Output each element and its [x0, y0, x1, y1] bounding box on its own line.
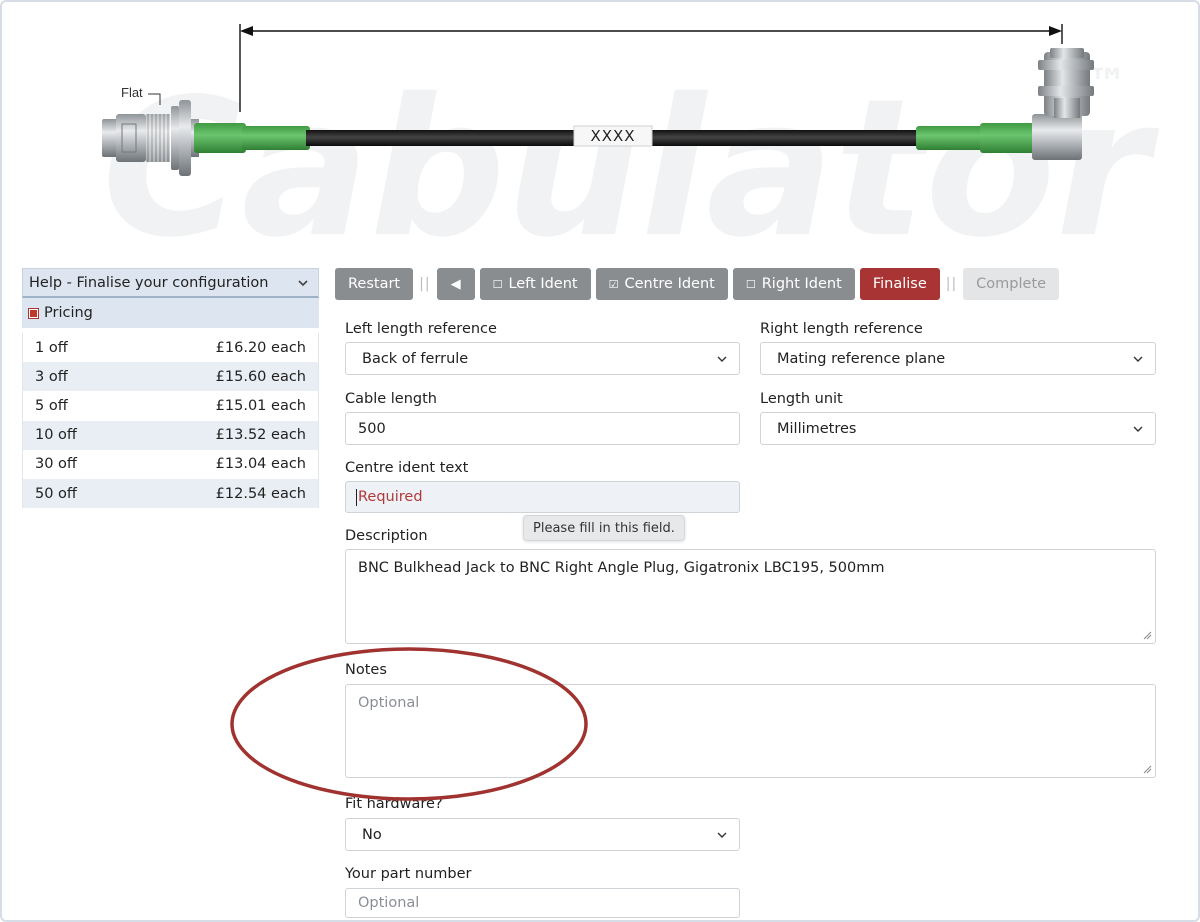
complete-button[interactable]: Complete [963, 268, 1060, 300]
cable-length-label: Cable length [345, 391, 437, 407]
price-value: £13.04 each [215, 456, 306, 473]
separator: || [419, 276, 431, 292]
flat-label: Flat [121, 85, 143, 100]
right-ident-label: Right Ident [761, 276, 842, 292]
price-value: £15.01 each [215, 397, 306, 414]
chevron-down-icon [717, 832, 727, 838]
annotation-ellipse [230, 647, 588, 801]
price-qty: 10 off [35, 427, 77, 444]
resize-handle-icon[interactable] [1143, 631, 1152, 640]
left-ident-button[interactable]: ☐ Left Ident [479, 268, 591, 300]
pricing-table: 1 off £16.20 each 3 off £15.60 each 5 of… [22, 333, 319, 509]
length-unit-select[interactable]: Millimetres [760, 412, 1156, 445]
length-unit-label: Length unit [760, 391, 843, 407]
collapse-toggle-icon [28, 307, 39, 319]
part-number-input[interactable]: Optional [345, 888, 740, 918]
centre-ident-text-placeholder: Required [358, 489, 423, 505]
right-length-ref-select[interactable]: Mating reference plane [760, 342, 1156, 375]
price-qty: 50 off [35, 485, 77, 502]
finalise-button[interactable]: Finalise [859, 268, 940, 300]
price-qty: 5 off [35, 397, 68, 414]
watermark-logo: Cabulator [102, 58, 1160, 252]
length-unit-value: Millimetres [777, 420, 857, 437]
price-value: £15.60 each [215, 368, 306, 385]
text-cursor [356, 489, 357, 506]
step-toolbar: Restart || ◀ ☐ Left Ident ☑ Centre Ident… [335, 268, 1060, 300]
checkbox-unchecked-icon: ☐ [745, 277, 756, 291]
pricing-header[interactable]: Pricing [22, 298, 319, 328]
separator: || [945, 276, 958, 292]
fit-hardware-select[interactable]: No [345, 818, 740, 851]
part-number-label: Your part number [345, 866, 472, 882]
description-value: BNC Bulkhead Jack to BNC Right Angle Plu… [358, 560, 885, 576]
price-qty: 1 off [35, 339, 68, 356]
left-length-ref-label: Left length reference [345, 321, 497, 337]
centre-ident-text-input[interactable]: Required [345, 481, 740, 513]
chevron-down-icon [1133, 356, 1143, 362]
price-value: £13.52 each [215, 427, 306, 444]
left-heatshrink [194, 123, 246, 153]
checkbox-unchecked-icon: ☐ [492, 277, 503, 291]
pricing-label: Pricing [44, 305, 93, 321]
restart-button[interactable]: Restart [335, 268, 414, 300]
resize-handle-icon[interactable] [1143, 765, 1152, 774]
checkbox-checked-icon: ☑ [608, 277, 619, 291]
price-row: 50 off £12.54 each [23, 478, 318, 509]
page-frame: Cabulator ™ Flat XXXX Help - Finalise yo… [0, 0, 1200, 922]
right-ident-button[interactable]: ☐ Right Ident [732, 268, 855, 300]
cable-length-input[interactable]: 500 [345, 412, 740, 445]
left-ident-label: Left Ident [508, 276, 578, 292]
right-length-ref-label: Right length reference [760, 321, 923, 337]
price-row: 10 off £13.52 each [23, 420, 318, 450]
help-dropdown[interactable]: Help - Finalise your configuration [22, 268, 319, 298]
centre-ident-button[interactable]: ☑ Centre Ident [595, 268, 728, 300]
chevron-down-icon [1133, 426, 1143, 432]
description-textarea[interactable]: BNC Bulkhead Jack to BNC Right Angle Plu… [345, 549, 1156, 644]
price-value: £16.20 each [215, 339, 306, 356]
price-qty: 30 off [35, 456, 77, 473]
price-row: 3 off £15.60 each [23, 362, 318, 392]
help-title: Help - Finalise your configuration [29, 274, 269, 291]
left-length-ref-value: Back of ferrule [362, 350, 469, 367]
back-button[interactable]: ◀ [436, 268, 475, 300]
right-length-ref-value: Mating reference plane [777, 350, 946, 367]
price-qty: 3 off [35, 368, 68, 385]
part-number-placeholder: Optional [358, 895, 420, 911]
left-length-ref-select[interactable]: Back of ferrule [345, 342, 740, 375]
price-row: 5 off £15.01 each [23, 391, 318, 420]
fit-hardware-value: No [362, 826, 382, 843]
centre-ident-text-label: Centre ident text [345, 460, 469, 476]
cable-length-value: 500 [358, 420, 386, 437]
description-label: Description [345, 528, 428, 544]
price-row: 1 off £16.20 each [23, 333, 318, 362]
sidebar: Help - Finalise your configuration Prici… [22, 268, 319, 509]
centre-ident-label: Centre Ident [624, 276, 715, 292]
validation-tooltip: Please fill in this field. [523, 515, 685, 541]
right-heatshrink [980, 123, 1038, 153]
price-row: 30 off £13.04 each [23, 450, 318, 479]
chevron-down-icon [717, 356, 727, 362]
centre-ident-label: XXXX [590, 127, 636, 145]
price-value: £12.54 each [215, 485, 306, 502]
chevron-down-icon [298, 279, 308, 286]
cable-illustration: Cabulator ™ Flat XXXX [2, 2, 1198, 252]
